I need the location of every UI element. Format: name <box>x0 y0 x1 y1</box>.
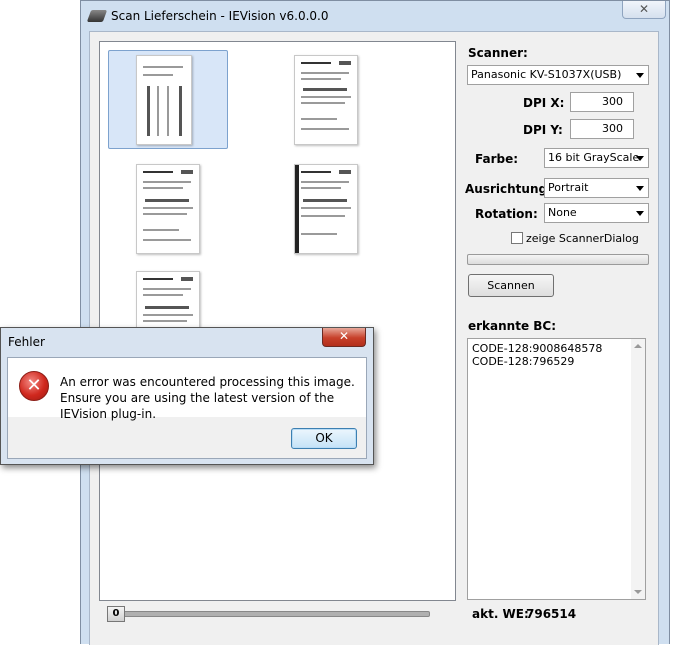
barcode-item[interactable]: CODE-128:796529 <box>472 355 641 368</box>
page-thumbnail-4[interactable] <box>294 164 358 254</box>
scanner-app-icon <box>86 10 108 22</box>
error-icon: ✕ <box>19 371 49 401</box>
page-thumbnail-3[interactable] <box>136 164 200 254</box>
farbe-label: Farbe: <box>475 152 519 166</box>
zoom-slider-thumb[interactable]: 0 <box>107 606 125 622</box>
ausrichtung-select[interactable]: Portrait <box>544 178 649 198</box>
akt-we-label: akt. WE: <box>472 607 529 621</box>
barcodes-label: erkannte BC: <box>468 319 557 333</box>
scan-progress-bar <box>467 254 649 265</box>
farbe-select[interactable]: 16 bit GrayScale <box>544 148 649 168</box>
scan-edge-shadow <box>295 165 299 253</box>
ausrichtung-select-value: Portrait <box>548 181 589 194</box>
dialog-close-button[interactable]: ✕ <box>322 328 366 347</box>
dpi-y-input[interactable]: 300 <box>570 119 634 139</box>
scanner-dialog-label[interactable]: zeige ScannerDialog <box>526 232 639 245</box>
chevron-down-icon <box>636 156 644 161</box>
rotation-label: Rotation: <box>475 207 538 221</box>
ausrichtung-label: Ausrichtung: <box>465 182 552 196</box>
page-thumbnail-2[interactable] <box>294 55 358 145</box>
error-dialog: Fehler ✕ ✕ An error was encountered proc… <box>0 327 374 465</box>
dialog-message-area: ✕ An error was encountered processing th… <box>8 358 366 421</box>
title-bar[interactable]: Scan Lieferschein - IEVision v6.0.0.0 ✕ <box>81 1 669 31</box>
dpi-y-label: DPI Y: <box>523 123 563 137</box>
rotation-select[interactable]: None <box>544 203 649 223</box>
dpi-x-input[interactable]: 300 <box>570 92 634 112</box>
window-title: Scan Lieferschein - IEVision v6.0.0.0 <box>111 9 329 23</box>
main-window: Scan Lieferschein - IEVision v6.0.0.0 ✕ <box>80 0 670 645</box>
thumbnail-panel[interactable] <box>99 41 456 601</box>
dialog-ok-button[interactable]: OK <box>291 428 357 449</box>
akt-we-value: 796514 <box>526 607 577 621</box>
scroll-down-arrow-icon[interactable] <box>634 590 642 594</box>
barcodes-scrollbar[interactable] <box>631 339 645 599</box>
chevron-down-icon <box>636 211 644 216</box>
dialog-message: An error was encountered processing this… <box>60 375 355 421</box>
dialog-body: ✕ An error was encountered processing th… <box>7 357 367 459</box>
dpi-x-label: DPI X: <box>523 96 565 110</box>
scanner-select-value: Panasonic KV-S1037X(USB) <box>471 68 622 81</box>
zoom-slider-track[interactable] <box>108 611 430 617</box>
barcode-item[interactable]: CODE-128:9008648578 <box>472 342 641 355</box>
dialog-title: Fehler <box>8 335 45 349</box>
window-close-button[interactable]: ✕ <box>622 1 666 19</box>
chevron-down-icon <box>636 73 644 78</box>
scanner-dialog-checkbox[interactable] <box>511 232 523 244</box>
scannen-button[interactable]: Scannen <box>468 274 554 297</box>
scanner-select[interactable]: Panasonic KV-S1037X(USB) <box>467 65 649 85</box>
farbe-select-value: 16 bit GrayScale <box>548 151 640 164</box>
rotation-select-value: None <box>548 206 577 219</box>
scroll-up-arrow-icon[interactable] <box>634 344 642 348</box>
chevron-down-icon <box>636 186 644 191</box>
scanner-label: Scanner: <box>468 46 528 60</box>
page-thumbnail-1[interactable] <box>136 55 192 145</box>
barcodes-list[interactable]: CODE-128:9008648578 CODE-128:796529 <box>467 338 646 600</box>
